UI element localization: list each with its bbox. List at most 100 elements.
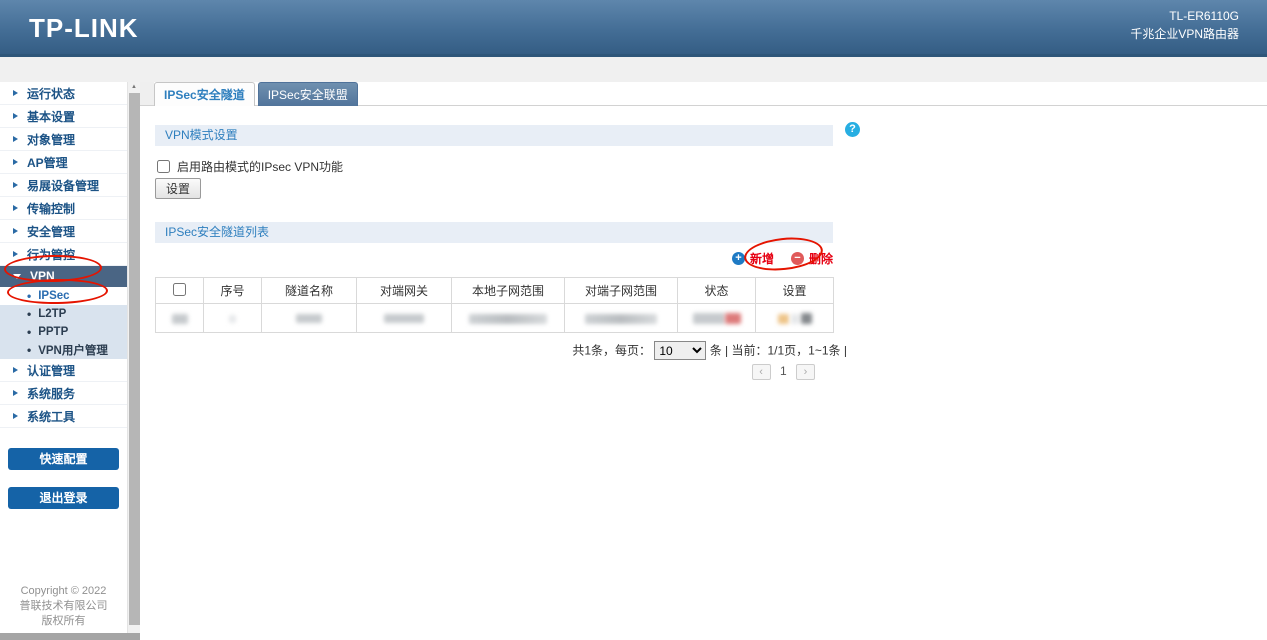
sidebar-item-label: 系统服务 [27, 385, 75, 402]
chevron-right-icon [13, 413, 18, 419]
chevron-right-icon [13, 205, 18, 211]
chevron-right-icon [13, 367, 18, 373]
redacted-cell-index [204, 304, 262, 333]
column-header-local-subnet: 本地子网范围 [452, 278, 565, 304]
column-header-peer-subnet: 对端子网范围 [565, 278, 678, 304]
sidebar-item-label: 行为管控 [27, 246, 75, 263]
bullet-icon: • [27, 326, 31, 338]
add-button[interactable]: 新增 [750, 250, 774, 267]
bullet-icon: • [27, 290, 31, 302]
vpn-submenu: • IPSec • L2TP • PPTP • VPN用户管理 [0, 287, 127, 359]
ipsec-tunnel-table: 序号 隧道名称 对端网关 本地子网范围 对端子网范围 状态 设置 [155, 277, 834, 333]
sidebar-item-basic-settings[interactable]: 基本设置 [0, 105, 127, 128]
prev-page-button[interactable]: ‹ [752, 364, 771, 380]
tab-gap [140, 82, 154, 105]
sidebar-item-label: AP管理 [27, 154, 68, 171]
redacted-cell-checkbox [156, 304, 204, 333]
tab-ipsec-sa[interactable]: IPSec安全联盟 [258, 82, 358, 106]
sidebar-item-security-management[interactable]: 安全管理 [0, 220, 127, 243]
sidebar-item-label: VPN [30, 269, 55, 283]
page: TP-LINK TL-ER6110G 千兆企业VPN路由器 运行状态 基本设置 … [0, 0, 1267, 640]
chevron-right-icon [13, 390, 18, 396]
redacted-cell-peer-subnet [565, 304, 678, 333]
sidebar-item-label: 对象管理 [27, 131, 75, 148]
device-type: 千兆企业VPN路由器 [1130, 25, 1239, 43]
tplink-logo: TP-LINK [29, 13, 139, 44]
sidebar-item-ap-management[interactable]: AP管理 [0, 151, 127, 174]
bullet-icon: • [27, 308, 31, 320]
sidebar-item-auth-management[interactable]: 认证管理 [0, 359, 127, 382]
logout-button[interactable]: 退出登录 [8, 487, 119, 509]
chevron-down-icon [13, 274, 21, 279]
chevron-right-icon [13, 159, 18, 165]
pager-controls: ‹ 1 › [155, 364, 847, 380]
sidebar-item-vpn[interactable]: VPN [0, 266, 127, 287]
add-icon[interactable]: + [732, 252, 745, 265]
sidebar-item-running-status[interactable]: 运行状态 [0, 82, 127, 105]
current-page-number: 1 [780, 364, 787, 378]
table-header-row: 序号 隧道名称 对端网关 本地子网范围 对端子网范围 状态 设置 [156, 278, 834, 304]
select-all-checkbox[interactable] [173, 283, 186, 296]
sidebar-subitem-l2tp[interactable]: • L2TP [0, 305, 127, 323]
header-sub-band [0, 57, 1267, 82]
redacted-cell-settings [756, 304, 834, 333]
sidebar-item-system-tools[interactable]: 系统工具 [0, 405, 127, 428]
tab-ipsec-tunnel[interactable]: IPSec安全隧道 [154, 82, 255, 106]
sidebar-scrollbar-bottom [0, 633, 140, 640]
copyright: Copyright © 2022 普联技术有限公司 版权所有 [0, 584, 127, 629]
redacted-cell-status [678, 304, 756, 333]
copyright-line: 版权所有 [0, 614, 127, 629]
sidebar-item-system-services[interactable]: 系统服务 [0, 382, 127, 405]
sidebar-item-label: 基本设置 [27, 108, 75, 125]
redacted-cell-tunnel-name [262, 304, 357, 333]
sidebar-subitem-label: PPTP [38, 326, 68, 338]
table-action-links: + 新增 − 删除 [155, 250, 833, 267]
section-title-tunnel-list: IPSec安全隧道列表 [155, 222, 833, 243]
sidebar-item-behavior-control[interactable]: 行为管控 [0, 243, 127, 266]
chevron-right-icon [13, 90, 18, 96]
delete-button[interactable]: 删除 [809, 250, 833, 267]
scroll-up-icon[interactable]: ▲ [128, 82, 140, 93]
sidebar-subitem-pptp[interactable]: • PPTP [0, 323, 127, 341]
copyright-line: 普联技术有限公司 [0, 599, 127, 614]
chevron-right-icon [13, 228, 18, 234]
column-header-status: 状态 [678, 278, 756, 304]
sidebar-subitem-label: VPN用户管理 [38, 342, 108, 358]
redacted-cell-peer-gateway [357, 304, 452, 333]
sidebar-item-label: 传输控制 [27, 200, 75, 217]
column-header-index: 序号 [204, 278, 262, 304]
scrollbar-thumb[interactable] [129, 93, 140, 625]
sidebar-subitem-label: L2TP [38, 308, 66, 320]
page-size-select[interactable]: 10 [654, 341, 706, 360]
device-model: TL-ER6110G [1130, 7, 1239, 25]
copyright-line: Copyright © 2022 [0, 584, 127, 599]
sidebar-scrollbar[interactable]: ▲ [127, 82, 140, 633]
quick-setup-button[interactable]: 快速配置 [8, 448, 119, 470]
sidebar: 运行状态 基本设置 对象管理 AP管理 易展设备管理 传输控制 安全管理 行为 [0, 82, 127, 633]
column-header-peer-gateway: 对端网关 [357, 278, 452, 304]
device-info: TL-ER6110G 千兆企业VPN路由器 [1130, 7, 1239, 43]
sidebar-item-object-management[interactable]: 对象管理 [0, 128, 127, 151]
sidebar-subitem-ipsec[interactable]: • IPSec [0, 287, 127, 305]
sidebar-item-mesh-device-management[interactable]: 易展设备管理 [0, 174, 127, 197]
set-button[interactable]: 设置 [155, 178, 201, 199]
chevron-right-icon [13, 251, 18, 257]
enable-ipsec-route-mode-label: 启用路由模式的IPsec VPN功能 [177, 158, 343, 175]
sidebar-item-label: 安全管理 [27, 223, 75, 240]
tab-bar: IPSec安全隧道 IPSec安全联盟 [140, 82, 1267, 106]
sidebar-subitem-vpn-user-management[interactable]: • VPN用户管理 [0, 341, 127, 359]
redacted-cell-local-subnet [452, 304, 565, 333]
column-header-settings: 设置 [756, 278, 834, 304]
sidebar-item-label: 认证管理 [27, 362, 75, 379]
enable-ipsec-route-mode-checkbox[interactable] [157, 160, 170, 173]
help-icon[interactable]: ? [845, 122, 860, 137]
select-all-cell [156, 278, 204, 304]
column-header-tunnel-name: 隧道名称 [262, 278, 357, 304]
sidebar-subitem-label: IPSec [38, 290, 69, 302]
sidebar-item-transmission-control[interactable]: 传输控制 [0, 197, 127, 220]
pagination-summary-prefix: 共1条，每页： [572, 344, 651, 358]
delete-icon[interactable]: − [791, 252, 804, 265]
bullet-icon: • [27, 344, 31, 356]
chevron-right-icon [13, 182, 18, 188]
next-page-button[interactable]: › [796, 364, 815, 380]
